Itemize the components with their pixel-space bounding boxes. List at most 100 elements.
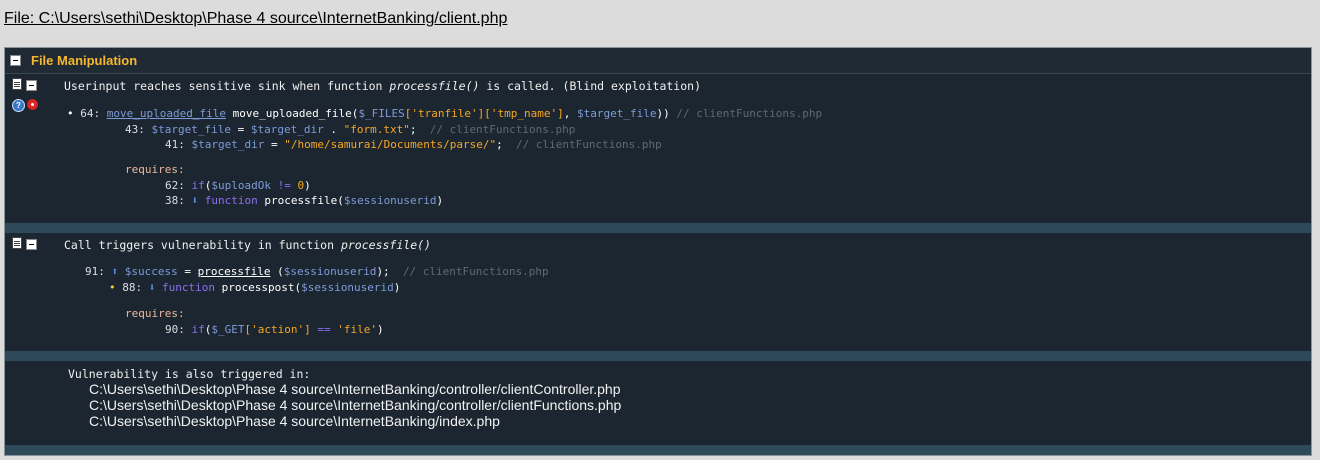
code-line-88: • 88: ⬇ function processpost($sessionuse… — [109, 281, 400, 294]
code-var: $sessionuserid — [343, 194, 437, 207]
document-icon[interactable] — [12, 78, 22, 90]
also-triggered-block: Vulnerability is also triggered in: C:\U… — [5, 361, 1311, 445]
line-number: 88: — [122, 281, 143, 294]
arrow-down-icon: ⬇ — [148, 281, 156, 294]
code-func: processpost( — [214, 281, 302, 294]
desc-text-after: is called. (Blind exploitation) — [479, 79, 701, 93]
code-func: processfile( — [257, 194, 344, 207]
code-comment: // clientFunctions.php — [402, 265, 549, 278]
code-op: = — [177, 265, 198, 278]
code-str: 'file' — [337, 323, 377, 336]
code-comment: // clientFunctions.php — [676, 107, 823, 120]
arrow-down-icon: ⬇ — [191, 194, 199, 207]
bullet: • — [109, 281, 116, 294]
panel-header: File Manipulation — [5, 48, 1311, 74]
code-op: == — [310, 323, 338, 336]
separator — [5, 445, 1311, 455]
code-op: ) — [376, 323, 384, 336]
code-op: . — [323, 123, 344, 136]
vulnerability-block-2: Call triggers vulnerability in function … — [5, 233, 1311, 351]
help-icon[interactable]: ? — [12, 99, 25, 112]
code-op: ) — [436, 194, 444, 207]
code-var: $uploadOk — [211, 179, 271, 192]
code-call: move_uploaded_file( — [232, 107, 359, 120]
code-comment: // clientFunctions.php — [516, 138, 662, 151]
separator — [5, 351, 1311, 361]
code-close: )) — [656, 107, 670, 120]
requires-label: requires: — [125, 163, 185, 176]
line-number: 90: — [165, 323, 185, 336]
file-title-link[interactable]: File: C:\Users\sethi\Desktop\Phase 4 sou… — [4, 10, 507, 28]
code-var: $target_dir — [250, 123, 324, 136]
line-number: 64: — [80, 107, 101, 120]
desc-text: Userinput reaches sensitive sink when fu… — [64, 79, 390, 93]
code-str: ['tranfile'] — [404, 107, 485, 120]
triggered-path: C:\Users\sethi\Desktop\Phase 4 source\In… — [89, 381, 621, 397]
separator — [5, 223, 1311, 233]
code-str: "form.txt" — [343, 123, 410, 136]
code-keyword: function — [162, 281, 215, 294]
code-comment: // clientFunctions.php — [429, 123, 576, 136]
code-op: ( — [270, 265, 284, 278]
code-op: ) — [393, 281, 401, 294]
code-line-90: 90: if($_GET['action'] == 'file') — [165, 323, 384, 336]
call-link[interactable]: processfile — [198, 265, 271, 278]
code-keyword: if — [191, 323, 205, 336]
line-number: 43: — [125, 123, 145, 136]
code-op: != — [270, 179, 298, 192]
code-line-41: 41: $target_dir = "/home/samurai/Documen… — [165, 138, 662, 151]
desc-func: processfile() — [389, 79, 480, 93]
code-sep: , — [563, 107, 578, 120]
desc-text: Call triggers vulnerability in function — [64, 238, 341, 252]
vuln2-description: Call triggers vulnerability in function … — [64, 238, 431, 252]
code-str: "/home/samurai/Documents/parse/" — [284, 138, 497, 151]
also-triggered-label: Vulnerability is also triggered in: — [68, 367, 311, 381]
code-keyword: function — [204, 194, 258, 207]
code-var: $success — [124, 265, 178, 278]
code-var: $target_file — [151, 123, 231, 136]
code-line-38: 38: ⬇ function processfile($sessionuseri… — [165, 194, 443, 207]
vuln2-icons — [12, 237, 42, 255]
code-op: ) — [304, 179, 311, 192]
code-line-64: • 64: move_uploaded_file move_uploaded_f… — [67, 107, 822, 120]
sink-link[interactable]: move_uploaded_file — [107, 107, 226, 120]
code-op: = — [264, 138, 285, 151]
bullet: • — [67, 107, 74, 120]
arrow-up-icon: ⬆ — [111, 265, 119, 278]
code-var: $_GET — [211, 323, 245, 336]
target-icon[interactable] — [27, 99, 38, 110]
line-number: 41: — [165, 138, 185, 151]
code-str: ['action'] — [244, 323, 311, 336]
vulnerability-panel: File Manipulation ? Userinput reaches se… — [4, 47, 1312, 456]
triggered-path: C:\Users\sethi\Desktop\Phase 4 source\In… — [89, 397, 622, 413]
minus-icon[interactable] — [26, 80, 37, 91]
line-number: 62: — [165, 179, 185, 192]
code-op: ; — [409, 123, 417, 136]
requires-label: requires: — [125, 307, 185, 320]
also-triggered-paths: C:\Users\sethi\Desktop\Phase 4 source\In… — [89, 381, 621, 429]
panel-title: File Manipulation — [31, 53, 138, 68]
triggered-path: C:\Users\sethi\Desktop\Phase 4 source\In… — [89, 413, 500, 429]
code-var: $sessionuserid — [301, 281, 394, 294]
vuln1-description: Userinput reaches sensitive sink when fu… — [64, 79, 701, 93]
code-keyword: if — [191, 179, 205, 192]
code-op: ); — [376, 265, 390, 278]
code-var: $target_dir — [191, 138, 265, 151]
minus-icon[interactable] — [26, 239, 37, 250]
code-str: ['tmp_name'] — [484, 107, 564, 120]
vuln1-icons: ? — [12, 78, 42, 114]
code-line-43: 43: $target_file = $target_dir . "form.t… — [125, 123, 575, 136]
desc-func: processfile() — [340, 238, 431, 252]
line-number: 38: — [165, 194, 185, 207]
code-var: $target_file — [577, 107, 657, 120]
code-var: $_FILES — [358, 107, 405, 120]
code-line-62: 62: if($uploadOk != 0) — [165, 179, 311, 192]
code-var: $sessionuserid — [283, 265, 377, 278]
document-icon[interactable] — [12, 237, 22, 249]
vulnerability-block-1: ? Userinput reaches sensitive sink when … — [5, 74, 1311, 223]
code-line-91: 91: ⬆ $success = processfile ($sessionus… — [85, 265, 549, 278]
code-op: ; — [496, 138, 503, 151]
code-op: = — [230, 123, 251, 136]
collapse-minus-icon[interactable] — [10, 55, 21, 66]
line-number: 91: — [85, 265, 105, 278]
